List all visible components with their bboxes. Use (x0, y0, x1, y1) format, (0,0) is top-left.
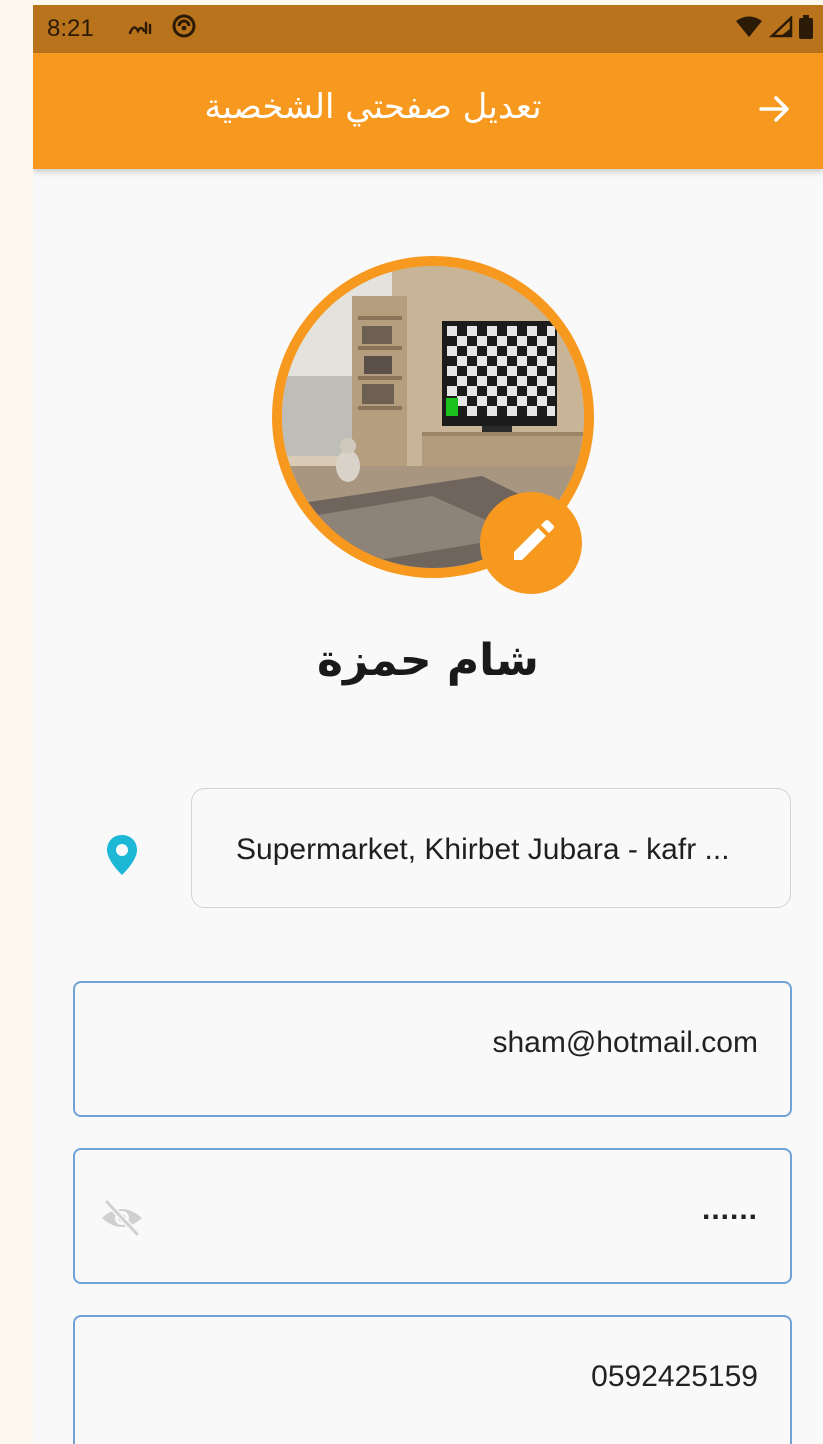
sync-icon (171, 13, 197, 39)
battery-icon (799, 15, 813, 39)
edit-photo-button[interactable] (480, 492, 582, 594)
back-button[interactable] (755, 89, 795, 129)
signal-icon (769, 16, 793, 38)
password-input[interactable] (196, 1192, 760, 1228)
eye-off-icon (102, 1199, 142, 1237)
phone-field[interactable] (73, 1315, 792, 1444)
phone-input[interactable] (196, 1359, 760, 1395)
wifi-icon (736, 16, 762, 37)
pencil-icon (514, 520, 554, 560)
email-input[interactable] (196, 1025, 760, 1061)
address-value: Supermarket, Khirbet Jubara - kafr ... (236, 833, 730, 866)
arrow-right-icon (759, 96, 789, 122)
notification-icon (128, 19, 154, 44)
password-field[interactable] (73, 1148, 792, 1284)
phone-screen: 8:21 تعديل صفحتي الشخصية شام حمزة Superm… (33, 5, 823, 1444)
app-bar: تعديل صفحتي الشخصية (33, 53, 823, 169)
status-time: 8:21 (47, 15, 94, 42)
status-bar: 8:21 (33, 5, 823, 53)
address-field[interactable]: Supermarket, Khirbet Jubara - kafr ... (191, 788, 791, 908)
password-visibility-toggle[interactable] (99, 1198, 145, 1238)
page-title: تعديل صفحتي الشخصية (204, 87, 542, 127)
email-field[interactable] (73, 981, 792, 1117)
location-pin-icon (105, 833, 139, 877)
status-indicators (735, 15, 813, 39)
avatar-container (272, 256, 594, 594)
profile-name: شام حمزة (317, 635, 539, 686)
